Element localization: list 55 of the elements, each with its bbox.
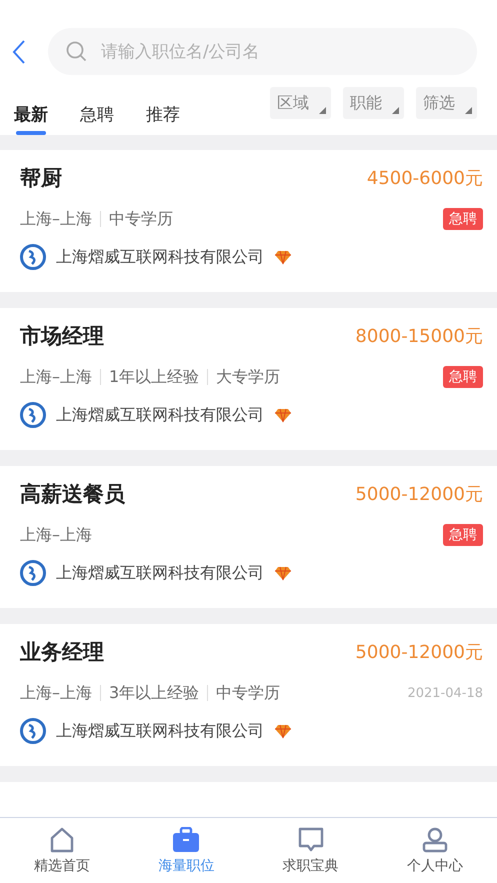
- job-requirement: 中专学历: [216, 682, 280, 704]
- diamond-icon: [274, 250, 292, 264]
- urgent-badge: 急聘: [443, 208, 483, 230]
- job-requirement: 上海–上海: [20, 366, 92, 388]
- job-title: 业务经理: [20, 639, 104, 666]
- user-icon: [422, 826, 448, 852]
- job-title: 高薪送餐员: [20, 481, 125, 508]
- job-requirement: 中专学历: [109, 208, 173, 230]
- salary: 5000-12000元: [355, 483, 483, 506]
- search-icon: [66, 41, 87, 62]
- job-requirement: 上海–上海: [20, 524, 92, 546]
- job-requirement: 大专学历: [216, 366, 280, 388]
- nav-tab[interactable]: 求职宝典: [248, 818, 373, 883]
- job-title: 帮厨: [20, 165, 62, 192]
- nav-tab[interactable]: 海量职位: [124, 818, 248, 883]
- job-card[interactable]: 业务经理 5000-12000元 上海–上海 3年以上经验 中专学历 2021-04-18 上海熠威互联网科技有限公司: [0, 624, 497, 766]
- company-logo-icon: [20, 402, 46, 428]
- diamond-icon: [274, 566, 292, 580]
- salary: 5000-12000元: [355, 641, 483, 664]
- tab[interactable]: 最新: [14, 85, 48, 135]
- job-requirement: 上海–上海: [20, 208, 92, 230]
- nav-tab[interactable]: 精选首页: [0, 818, 124, 883]
- company-name: 上海熠威互联网科技有限公司: [56, 404, 264, 426]
- job-card[interactable]: 高薪送餐员 5000-12000元 上海–上海 急聘 上海熠威互联网科技有限公司: [0, 466, 497, 608]
- home-icon: [49, 826, 76, 852]
- urgent-badge: 急聘: [443, 366, 483, 388]
- search-field[interactable]: 请输入职位名/公司名: [99, 40, 459, 62]
- chat-icon: [298, 826, 324, 852]
- dropdown-triangle-icon: [319, 107, 326, 114]
- dropdown-triangle-icon: [392, 107, 399, 114]
- company-name: 上海熠威互联网科技有限公司: [56, 720, 264, 742]
- job-requirement: 1年以上经验: [109, 366, 200, 388]
- nav-tab[interactable]: 个人中心: [372, 818, 497, 883]
- dropdown-triangle-icon: [465, 107, 472, 114]
- job-title: 市场经理: [20, 323, 104, 350]
- job-card[interactable]: 市场经理 8000-15000元 上海–上海 1年以上经验 大专学历 急聘 上海熠威互联网科技有限公司: [0, 308, 497, 450]
- diamond-icon: [274, 408, 292, 422]
- back-icon[interactable]: [12, 40, 26, 64]
- search-bar[interactable]: 请输入职位名/公司名: [48, 28, 477, 75]
- briefcase-icon: [172, 826, 200, 852]
- job-requirement: 3年以上经验: [109, 682, 200, 704]
- salary: 4500-6000元: [366, 167, 483, 190]
- company-name: 上海熠威互联网科技有限公司: [56, 562, 264, 584]
- tab[interactable]: 推荐: [146, 85, 180, 135]
- diamond-icon: [274, 724, 292, 738]
- post-date: 2021-04-18: [407, 686, 483, 700]
- company-logo-icon: [20, 718, 46, 744]
- tab[interactable]: 急聘: [80, 85, 114, 135]
- urgent-badge: 急聘: [443, 524, 483, 546]
- job-requirement: 上海–上海: [20, 682, 92, 704]
- salary: 8000-15000元: [355, 325, 483, 348]
- company-name: 上海熠威互联网科技有限公司: [56, 246, 264, 268]
- job-card[interactable]: 帮厨 4500-6000元 上海–上海 中专学历 急聘 上海熠威互联网科技有限公司: [0, 150, 497, 292]
- company-logo-icon: [20, 560, 46, 586]
- company-logo-icon: [20, 244, 46, 270]
